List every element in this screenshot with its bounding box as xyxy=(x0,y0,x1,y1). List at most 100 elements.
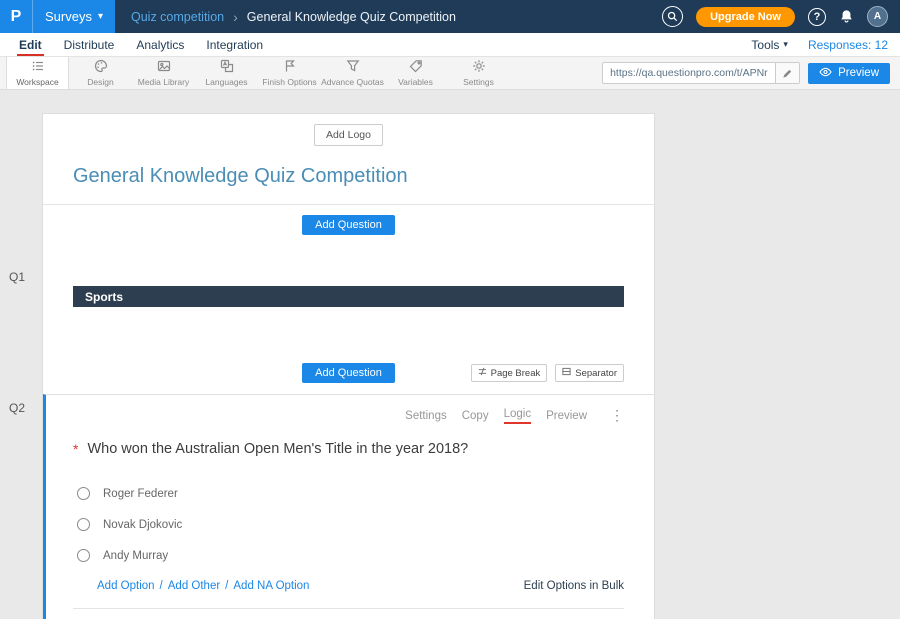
tag-icon xyxy=(409,59,423,75)
add-question-row-2: Add Question Page Break Separator xyxy=(43,363,654,383)
page-break-label: Page Break xyxy=(491,368,541,379)
funnel-icon xyxy=(346,59,360,75)
flag-icon xyxy=(283,59,297,75)
help-icon[interactable]: ? xyxy=(808,8,826,26)
separator-button[interactable]: Separator xyxy=(555,364,624,382)
chevron-down-icon: ▾ xyxy=(783,39,788,50)
toolbar-item-label: Media Library xyxy=(138,77,190,87)
palette-icon xyxy=(94,59,108,75)
toolbar-item-variables[interactable]: Variables xyxy=(384,57,447,89)
toolbar-item-settings[interactable]: Settings xyxy=(447,57,510,89)
toolbar-item-label: Design xyxy=(87,77,113,87)
toolbar-item-label: Variables xyxy=(398,77,433,87)
add-logo-row: Add Logo xyxy=(43,114,654,146)
tabbar-right: Tools ▾ Responses: 12 xyxy=(751,33,892,56)
option-label[interactable]: Roger Federer xyxy=(103,488,178,500)
row-right-tools: Page Break Separator xyxy=(471,364,624,382)
q2-settings-link[interactable]: Settings xyxy=(405,410,447,422)
option-row[interactable]: Andy Murray xyxy=(77,549,624,562)
link-separator: / xyxy=(160,580,163,592)
q2-gutter-label: Q2 xyxy=(9,401,25,415)
tab-edit[interactable]: Edit xyxy=(8,33,53,56)
editor-toolbar: Workspace Design Media Library Languages… xyxy=(0,57,900,90)
survey-url-box xyxy=(602,62,800,84)
eye-icon xyxy=(819,67,832,80)
breadcrumb: Quiz competition › General Knowledge Qui… xyxy=(131,9,456,25)
more-options-icon[interactable]: ⋮ xyxy=(610,407,624,424)
survey-title[interactable]: General Knowledge Quiz Competition xyxy=(73,165,624,188)
validation-row: Validation Force Response▾ xyxy=(73,609,624,619)
add-option-link[interactable]: Add Option xyxy=(97,580,155,592)
separator-icon xyxy=(562,367,571,379)
tab-integration[interactable]: Integration xyxy=(195,33,274,56)
toolbar-item-languages[interactable]: Languages xyxy=(195,57,258,89)
q2-preview-link[interactable]: Preview xyxy=(546,410,587,422)
workspace-list-icon xyxy=(31,59,45,75)
edit-options-in-bulk-link[interactable]: Edit Options in Bulk xyxy=(524,580,624,592)
option-label[interactable]: Novak Djokovic xyxy=(103,519,182,531)
q2-logic-link[interactable]: Logic xyxy=(504,408,532,424)
question-text[interactable]: Who won the Australian Open Men's Title … xyxy=(87,441,468,458)
brand-area: P Surveys ▾ xyxy=(0,0,115,33)
radio-button-icon[interactable] xyxy=(77,518,90,531)
radio-button-icon[interactable] xyxy=(77,549,90,562)
breadcrumb-chevron-icon: › xyxy=(233,9,238,25)
toolbar-item-label: Settings xyxy=(463,77,494,87)
questionpro-logo[interactable]: P xyxy=(0,0,32,33)
tab-distribute[interactable]: Distribute xyxy=(53,33,126,56)
toolbar-item-label: Languages xyxy=(205,77,247,87)
question-row: * Who won the Australian Open Men's Titl… xyxy=(73,441,624,458)
add-na-option-link[interactable]: Add NA Option xyxy=(233,580,309,592)
q1-gutter-label: Q1 xyxy=(9,270,25,284)
required-asterisk: * xyxy=(73,441,78,458)
search-icon[interactable] xyxy=(662,6,683,27)
option-label[interactable]: Andy Murray xyxy=(103,550,168,562)
breadcrumb-current: General Knowledge Quiz Competition xyxy=(247,10,456,24)
add-links: Add Option / Add Other / Add NA Option xyxy=(97,580,309,592)
toolbar-item-advance-quotas[interactable]: Advance Quotas xyxy=(321,57,384,89)
q2-copy-link[interactable]: Copy xyxy=(462,410,489,422)
breadcrumb-survey-link[interactable]: Quiz competition xyxy=(131,10,224,24)
preview-button[interactable]: Preview xyxy=(808,63,890,84)
surveys-menu-label: Surveys xyxy=(45,9,92,24)
survey-card: Add Logo General Knowledge Quiz Competit… xyxy=(42,113,655,619)
topbar-actions: Upgrade Now ? A xyxy=(662,6,900,27)
responses-count-link[interactable]: Responses: 12 xyxy=(808,38,888,52)
image-icon xyxy=(157,59,171,75)
option-links-row: Add Option / Add Other / Add NA Option E… xyxy=(73,580,624,592)
answer-options: Roger Federer Novak Djokovic Andy Murray xyxy=(73,487,624,562)
toolbar-item-workspace[interactable]: Workspace xyxy=(6,57,69,89)
surveys-menu-button[interactable]: Surveys ▾ xyxy=(33,0,115,33)
add-question-row-1: Add Question xyxy=(43,215,654,235)
separator-label: Separator xyxy=(575,368,617,379)
toolbar-item-label: Finish Options xyxy=(262,77,316,87)
avatar[interactable]: A xyxy=(867,6,888,27)
tab-analytics[interactable]: Analytics xyxy=(125,33,195,56)
gear-icon xyxy=(472,59,486,75)
page-break-button[interactable]: Page Break xyxy=(471,364,548,382)
option-row[interactable]: Roger Federer xyxy=(77,487,624,500)
add-logo-button[interactable]: Add Logo xyxy=(314,124,383,146)
add-question-button[interactable]: Add Question xyxy=(302,363,395,383)
tools-menu-button[interactable]: Tools ▾ xyxy=(751,38,788,52)
toolbar-item-design[interactable]: Design xyxy=(69,57,132,89)
preview-label: Preview xyxy=(838,67,879,79)
toolbar-item-finish-options[interactable]: Finish Options xyxy=(258,57,321,89)
toolbar-item-media-library[interactable]: Media Library xyxy=(132,57,195,89)
topbar: P Surveys ▾ Quiz competition › General K… xyxy=(0,0,900,33)
editor-content: Q1 Q2 Add Logo General Knowledge Quiz Co… xyxy=(0,90,900,619)
tools-label: Tools xyxy=(751,38,779,52)
add-other-link[interactable]: Add Other xyxy=(168,580,220,592)
link-separator: / xyxy=(225,580,228,592)
page-break-icon xyxy=(478,367,487,379)
toolbar-item-label: Workspace xyxy=(16,77,58,87)
edit-url-pencil-icon[interactable] xyxy=(775,63,799,83)
q2-question-block: Settings Copy Logic Preview ⋮ * Who won … xyxy=(43,394,654,619)
radio-button-icon[interactable] xyxy=(77,487,90,500)
option-row[interactable]: Novak Djokovic xyxy=(77,518,624,531)
q1-section-header[interactable]: Sports xyxy=(73,286,624,307)
add-question-button[interactable]: Add Question xyxy=(302,215,395,235)
upgrade-now-button[interactable]: Upgrade Now xyxy=(696,7,795,27)
notifications-bell-icon[interactable] xyxy=(839,9,854,24)
survey-url-input[interactable] xyxy=(603,67,775,79)
